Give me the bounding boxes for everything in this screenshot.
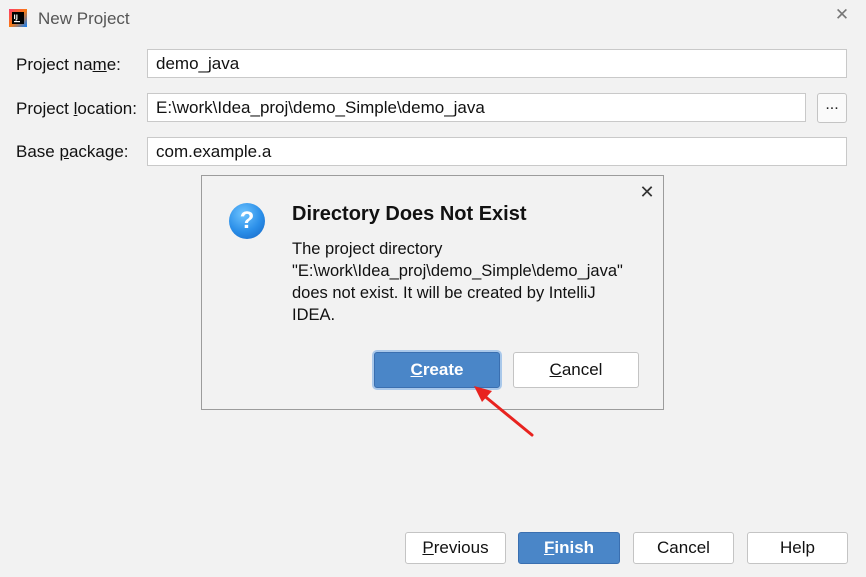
annotation-arrow-icon — [474, 386, 534, 437]
dialog-title: Directory Does Not Exist — [292, 203, 527, 225]
base-package-input[interactable]: com.example.a — [147, 137, 847, 166]
cancel-button[interactable]: Cancel — [633, 532, 734, 564]
help-button[interactable]: Help — [747, 532, 848, 564]
title-bar: IJ New Project ✕ — [0, 0, 866, 36]
dialog-close-icon[interactable]: ✕ — [638, 183, 656, 201]
project-name-label: Project name: — [16, 55, 121, 74]
project-location-input[interactable]: E:\work\Idea_proj\demo_Simple\demo_java — [147, 93, 806, 122]
message-line: IDEA. — [292, 306, 336, 324]
finish-button[interactable]: Finish — [518, 532, 620, 564]
close-icon[interactable]: ✕ — [834, 6, 850, 23]
message-line: does not exist. It will be created by In… — [292, 284, 596, 302]
project-location-label: Project location: — [16, 99, 137, 118]
dialog-message: The project directory "E:\work\Idea_proj… — [292, 238, 652, 326]
svg-text:IJ: IJ — [14, 14, 18, 21]
message-line: "E:\work\Idea_proj\demo_Simple\demo_java… — [292, 262, 623, 280]
previous-button[interactable]: Previous — [405, 532, 506, 564]
question-icon: ? — [229, 203, 265, 239]
project-name-input[interactable]: demo_java — [147, 49, 847, 78]
message-line: The project directory — [292, 240, 443, 258]
directory-not-exist-dialog: ✕ ? Directory Does Not Exist The project… — [201, 175, 664, 410]
intellij-icon: IJ — [9, 9, 27, 27]
base-package-label: Base package: — [16, 142, 129, 161]
window-title: New Project — [38, 9, 130, 28]
browse-button[interactable]: ... — [817, 93, 847, 123]
